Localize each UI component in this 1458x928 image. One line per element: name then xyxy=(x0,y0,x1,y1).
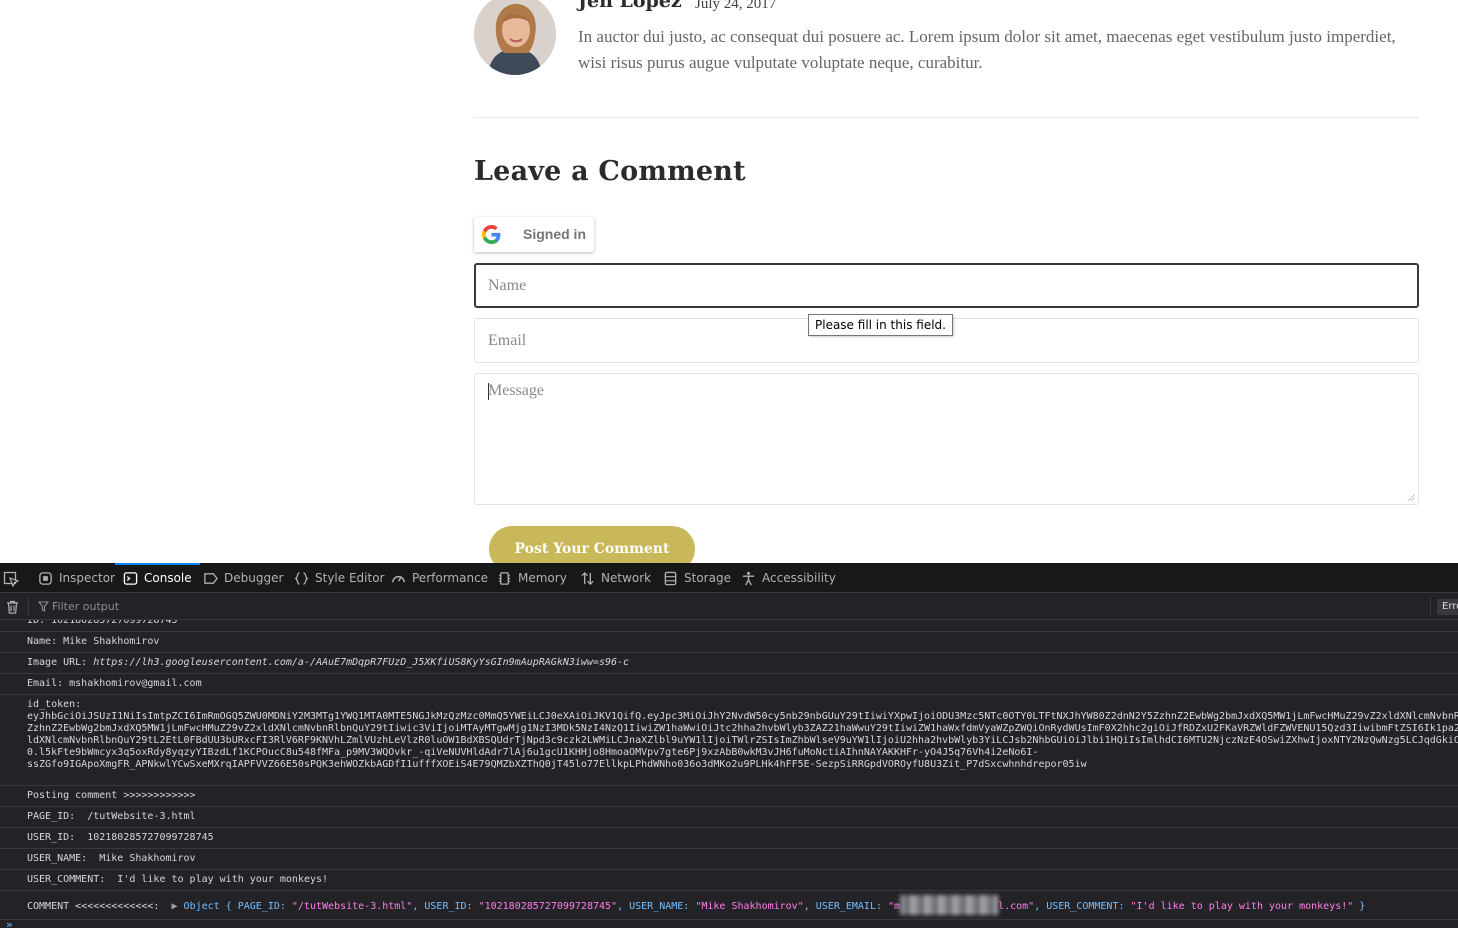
log-line-id-token: id_token: eyJhbGciOiJSUzI1NiIsImtpZCI6Im… xyxy=(0,695,1458,786)
token-text: ldXNlcmNvbnRlbnQuY29tL2EtL0FBdUU3bURxcFI… xyxy=(27,735,1458,746)
resize-grip-icon[interactable] xyxy=(1405,492,1415,502)
obj-value: "Mike Shakhomirov" xyxy=(695,901,804,912)
debugger-icon xyxy=(204,572,218,584)
obj-value: "I'd like to play with your monkeys!" xyxy=(1130,901,1354,912)
errors-filter-button[interactable]: Errors xyxy=(1437,599,1458,615)
memory-icon xyxy=(498,571,511,585)
tab-storage[interactable]: Storage xyxy=(663,563,731,593)
expand-object-icon[interactable]: ▶ xyxy=(172,901,184,912)
style-editor-icon xyxy=(294,571,309,585)
google-signin-label: Signed in xyxy=(523,226,586,242)
post-comment-button[interactable]: Post Your Comment xyxy=(489,526,695,563)
tab-label: Network xyxy=(601,571,652,585)
log-line-name: Name: Mike Shakhomirov xyxy=(0,632,1458,653)
object-label[interactable]: Object { xyxy=(184,901,238,912)
tab-label: Memory xyxy=(518,571,567,585)
token-text: ZzhnZ2EwbWg2bmJxdXQ5MW1jLmFwcHMuZ29vZ2xl… xyxy=(27,723,1458,734)
author-avatar xyxy=(474,0,556,75)
comment-text: In auctor dui justo, ac consequat dui po… xyxy=(578,27,1396,72)
tab-style-editor[interactable]: Style Editor xyxy=(294,563,384,593)
console-log: ID: 102180285727099728745 Name: Mike Sha… xyxy=(0,620,1458,920)
redacted-email-blur xyxy=(900,895,999,915)
image-url-link[interactable]: https://lh3.googleusercontent.com/a-/AAu… xyxy=(93,657,629,668)
text-caret xyxy=(488,383,489,400)
log-line-posting: Posting comment >>>>>>>>>>>> xyxy=(0,786,1458,807)
inspector-icon xyxy=(39,571,52,585)
tab-label: Performance xyxy=(412,571,489,585)
tab-label: Style Editor xyxy=(315,571,385,585)
tab-label: Storage xyxy=(684,571,731,585)
token-text: eyJhbGciOiJSUzI1NiIsImtpZCI6ImRmOGQ5ZWU0… xyxy=(27,711,1458,722)
tab-network[interactable]: Network xyxy=(580,563,651,593)
log-line-id: ID: 102180285727099728745 xyxy=(0,620,1458,632)
message-textarea[interactable] xyxy=(474,373,1419,505)
obj-value: "m xyxy=(888,901,901,912)
obj-key: PAGE_ID: xyxy=(237,901,292,912)
network-icon xyxy=(581,571,594,585)
obj-key: , USER_ID: xyxy=(412,901,479,912)
obj-value: l.com" xyxy=(998,901,1035,912)
console-prompt-icon[interactable]: » xyxy=(6,918,13,928)
tab-label: Inspector xyxy=(59,571,115,585)
comment-date: July 24, 2017 xyxy=(695,0,777,12)
google-signin-button[interactable]: Signed in xyxy=(474,217,594,252)
performance-icon xyxy=(392,575,405,582)
obj-key: , USER_EMAIL: xyxy=(803,901,889,912)
tab-inspector[interactable]: Inspector xyxy=(38,563,115,593)
validation-tooltip: Please fill in this field. xyxy=(808,314,953,336)
tab-memory[interactable]: Memory xyxy=(497,563,567,593)
tab-debugger[interactable]: Debugger xyxy=(203,563,283,593)
token-text: 0.l5kFte9bWmcyx3q5oxRdy8yqzyYIBzdLf1KCPO… xyxy=(27,747,1039,758)
tab-accessibility[interactable]: Accessibility xyxy=(741,563,836,593)
devtools-panel: Inspector Console Debugger Style Editor … xyxy=(0,563,1458,928)
obj-value: "102180285727099728745" xyxy=(478,901,618,912)
web-page: Jen Lopez July 24, 2017 In auctor dui ju… xyxy=(0,0,1458,563)
log-text: COMMENT <<<<<<<<<<<<<: xyxy=(27,901,172,912)
leave-comment-heading: Leave a Comment xyxy=(474,156,746,187)
console-icon xyxy=(123,571,138,585)
devtools-toolbar: Inspector Console Debugger Style Editor … xyxy=(0,563,1458,593)
tab-console[interactable]: Console xyxy=(115,563,200,593)
obj-key: , USER_NAME: xyxy=(617,901,696,912)
obj-key: , USER_COMMENT: xyxy=(1034,901,1131,912)
log-line-email: Email: mshakhomirov@gmail.com xyxy=(0,674,1458,695)
accessibility-icon xyxy=(742,571,755,585)
google-logo-icon xyxy=(482,225,501,244)
tab-performance[interactable]: Performance xyxy=(391,563,488,593)
tab-label: Console xyxy=(144,571,192,585)
tab-label: Debugger xyxy=(224,571,284,585)
comment-author: Jen Lopez xyxy=(578,0,682,12)
separator xyxy=(28,597,29,616)
name-input[interactable] xyxy=(474,263,1419,308)
separator xyxy=(1430,597,1431,616)
divider xyxy=(474,117,1419,118)
storage-icon xyxy=(664,571,677,585)
log-line-user-id: USER_ID: 102180285727099728745 xyxy=(0,828,1458,849)
element-picker-icon[interactable] xyxy=(3,571,19,587)
clear-console-trash-icon[interactable] xyxy=(6,600,19,614)
log-line-user-name: USER_NAME: Mike Shakhomirov xyxy=(0,849,1458,870)
tab-label: Accessibility xyxy=(762,571,836,585)
obj-value: "/tutWebsite-3.html" xyxy=(291,901,413,912)
log-line-user-comment: USER_COMMENT: I'd like to play with your… xyxy=(0,870,1458,891)
obj-close: } xyxy=(1353,901,1366,912)
log-text: Image URL: xyxy=(27,657,94,668)
log-text: id_token: xyxy=(27,699,82,710)
filter-output-input[interactable] xyxy=(52,596,1412,616)
log-line-image-url: Image URL: https://lh3.googleusercontent… xyxy=(0,653,1458,674)
filter-icon xyxy=(38,601,49,612)
console-filter-bar: Errors xyxy=(0,593,1458,620)
log-line-comment-object: COMMENT <<<<<<<<<<<<<: ▶ Object { PAGE_I… xyxy=(0,891,1458,920)
log-line-page-id: PAGE_ID: /tutWebsite-3.html xyxy=(0,807,1458,828)
token-text: ssZGfo9IGApoXmgFR_APNkwlYCwSxeMXrqIAPFVV… xyxy=(27,759,1087,770)
